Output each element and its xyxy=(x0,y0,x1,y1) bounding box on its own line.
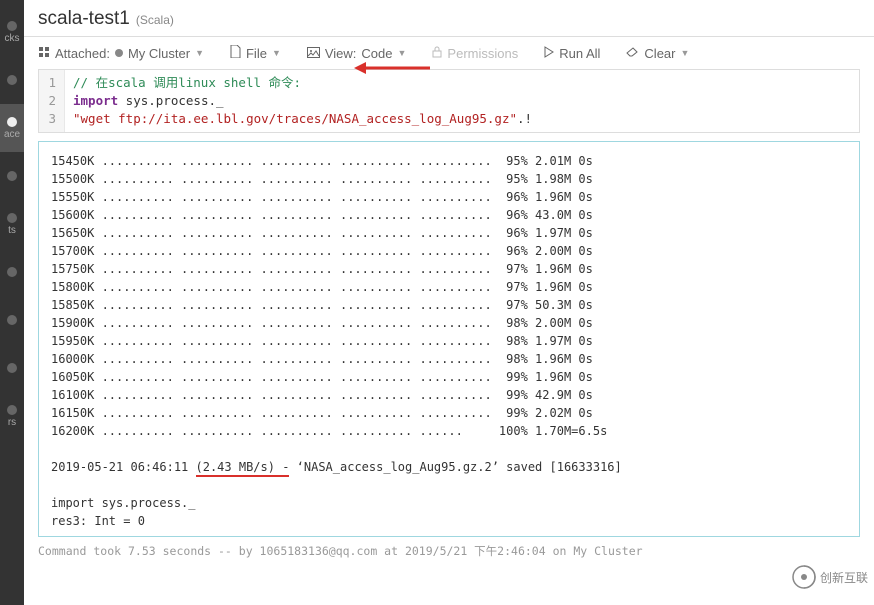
notebook-title-row: scala-test1 (Scala) xyxy=(24,0,874,36)
summary-line: 2019-05-21 06:46:11 (2.43 MB/s) - ‘NASA_… xyxy=(51,458,847,476)
file-menu[interactable]: File ▼ xyxy=(230,45,281,61)
left-nav[interactable]: cks ace ts rs xyxy=(0,0,24,605)
view-menu[interactable]: View: Code ▼ xyxy=(307,46,407,61)
chevron-down-icon: ▼ xyxy=(272,48,281,58)
code-content[interactable]: // 在scala 调用linux shell 命令:import sys.pr… xyxy=(65,70,859,132)
attached-menu[interactable]: Attached: My Cluster ▼ xyxy=(38,46,204,61)
play-icon xyxy=(544,46,554,61)
status-dot-icon xyxy=(115,49,123,57)
chevron-down-icon: ▼ xyxy=(195,48,204,58)
attached-icon xyxy=(38,46,50,61)
watermark-logo-icon xyxy=(792,565,816,589)
notebook-lang: (Scala) xyxy=(136,13,174,27)
chevron-down-icon: ▼ xyxy=(398,48,407,58)
toolbar: Attached: My Cluster ▼ File ▼ View: Code… xyxy=(24,37,874,69)
clear-menu[interactable]: Clear ▼ xyxy=(626,46,689,61)
rate-underlined: (2.43 MB/s) - xyxy=(196,460,290,477)
command-footer: Command took 7.53 seconds -- by 10651831… xyxy=(24,537,874,563)
file-icon xyxy=(230,45,241,61)
eraser-icon xyxy=(626,46,639,61)
watermark: 创新互联 xyxy=(792,565,868,589)
lock-icon xyxy=(432,46,442,61)
permissions-button: Permissions xyxy=(432,46,518,61)
code-cell[interactable]: 123 // 在scala 调用linux shell 命令:import sy… xyxy=(38,69,860,133)
cell-output: 15450K .......... .......... .......... … xyxy=(38,141,860,537)
image-icon xyxy=(307,46,320,61)
chevron-down-icon: ▼ xyxy=(681,48,690,58)
run-all-button[interactable]: Run All xyxy=(544,46,600,61)
notebook-name[interactable]: scala-test1 xyxy=(38,8,130,30)
line-gutter: 123 xyxy=(39,70,65,132)
